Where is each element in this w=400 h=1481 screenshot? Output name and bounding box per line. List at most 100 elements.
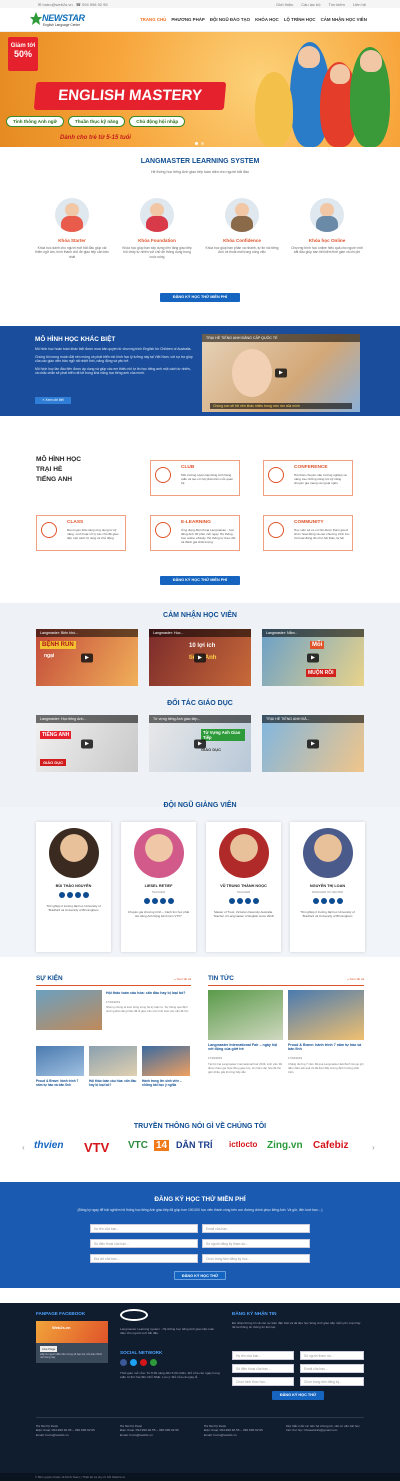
press-prev-arrow[interactable]: ‹	[22, 1143, 25, 1152]
news-image[interactable]	[208, 990, 283, 1040]
register-trial-button-2[interactable]: ĐĂNG KÝ HỌC THỬ MIỄN PHÍ	[160, 576, 240, 585]
register-trial-button[interactable]: ĐĂNG KÝ HỌC THỬ MIỄN PHÍ	[160, 293, 240, 302]
press-logo[interactable]: 14	[154, 1140, 170, 1151]
register-center-select[interactable]: Chọn trung tâm đăng ký học...	[202, 1254, 310, 1263]
slider-dot[interactable]	[201, 142, 204, 145]
nav-testimonials[interactable]: CẢM NHẬN HỌC VIÊN	[321, 17, 367, 22]
testimonial-video[interactable]: Langmaster: Nắm... Mỗi MUỘN RỒI	[262, 629, 364, 686]
testimonial-video[interactable]: Langmaster: Học... 10 lợi ích tiếng Anh	[149, 629, 251, 686]
play-icon[interactable]	[275, 368, 287, 378]
instagram-icon[interactable]	[74, 892, 81, 898]
event-main-title[interactable]: Hội thảo toàn cầu hóa: cẩn đầu hay bị lo…	[106, 991, 191, 995]
subscribe-email-input[interactable]: Email của bạn...	[300, 1364, 364, 1373]
instagram-icon[interactable]	[328, 898, 335, 904]
event-image[interactable]	[142, 1046, 190, 1076]
twitter-icon[interactable]	[236, 898, 243, 904]
instagram-icon[interactable]	[159, 898, 166, 904]
course-card[interactable]: Khóa học Online Chương trình học online …	[290, 198, 364, 255]
twitter-icon[interactable]	[151, 898, 158, 904]
top-link-search[interactable]: Tìm kiếm	[328, 2, 344, 7]
site-logo[interactable]: NEWSTAR English Language Center	[30, 10, 88, 30]
news-image[interactable]	[288, 990, 364, 1040]
course-card[interactable]: Khóa Confidence Khóa học giúp bạn phản x…	[205, 198, 279, 255]
news-more-link[interactable]: » Xem tất cả	[347, 977, 364, 981]
teacher-card[interactable]: VŨ TRUNG THÀNH NGỌC TEACHER Master of Tr…	[206, 822, 281, 952]
twitter-icon[interactable]	[320, 898, 327, 904]
register-name-input[interactable]: Họ tên của bạn...	[90, 1224, 198, 1233]
teacher-card[interactable]: NGUYỄN THỊ LOAN MANAGER OF CENTER Tốt ng…	[290, 822, 365, 952]
press-logo[interactable]: VTC	[128, 1140, 148, 1151]
slider-dot[interactable]	[195, 142, 198, 145]
press-logo[interactable]: Cafebiz	[313, 1140, 349, 1151]
program-card-conference[interactable]: CONFERENCE Hội thảo chuyên sâu hướng ngh…	[263, 460, 353, 496]
course-card[interactable]: Khóa Starter Khóa học dành cho người mới…	[35, 198, 109, 259]
top-link-club[interactable]: Câu lạc bộ	[301, 2, 320, 7]
hero-banner[interactable]: Giảm tới 50% ENGLISH MASTERY Tinh thông …	[0, 32, 400, 147]
press-logo[interactable]: ictlocto	[229, 1140, 257, 1149]
twitter-icon[interactable]	[66, 892, 73, 898]
top-email[interactable]: hotro@web2s.vn	[42, 2, 72, 7]
register-address-input[interactable]: Địa chỉ của bạn...	[90, 1254, 198, 1263]
news-item-title[interactable]: Proud & Brave: hành trình 7 năm tự hào v…	[288, 1043, 364, 1052]
partner-video[interactable]: TRẠI HÈ TIẾNG ANH ĐẲ...	[262, 715, 364, 772]
play-icon[interactable]	[307, 653, 319, 662]
model-video[interactable]: TRẠI HÈ TIẾNG ANH ĐẲNG CẤP QUỐC TẾ Chúng…	[202, 334, 360, 412]
phone-icon[interactable]	[150, 1359, 157, 1366]
subscribe-name-input[interactable]: Họ tên của bạn...	[232, 1351, 294, 1360]
play-icon[interactable]	[194, 653, 206, 662]
event-title[interactable]: Proud & Brave: hành trình 7 năm tự hào v…	[36, 1079, 84, 1088]
fb-like-button[interactable]: Like Page	[40, 1346, 58, 1352]
youtube-icon[interactable]	[82, 892, 89, 898]
press-logo[interactable]: DÂN TRÍ	[176, 1140, 213, 1150]
program-card-community[interactable]: COMMUNITY Học viên sẽ có cơ hội được tha…	[263, 515, 353, 551]
nav-method[interactable]: PHƯƠNG PHÁP	[171, 17, 205, 22]
facebook-icon[interactable]	[228, 898, 235, 904]
facebook-icon[interactable]	[58, 892, 65, 898]
youtube-icon[interactable]	[140, 1359, 147, 1366]
program-card-class[interactable]: CLASS Rèn luyện khả năng ứng dụng từ kỹ …	[36, 515, 126, 551]
subscribe-count-input[interactable]: Số người tham dự...	[300, 1351, 364, 1360]
subscribe-center-select[interactable]: Chọn trung tâm đăng ký...	[300, 1377, 364, 1386]
press-logo[interactable]: VTV	[84, 1140, 109, 1155]
register-count-input[interactable]: Số người đăng ký tham dự...	[202, 1239, 310, 1248]
teacher-card[interactable]: LIESEL RETIEF TEACHER Chuyên gia chương …	[121, 822, 196, 952]
play-icon[interactable]	[81, 739, 93, 748]
facebook-icon[interactable]	[120, 1359, 127, 1366]
press-logo[interactable]: thvien	[34, 1140, 63, 1151]
nav-courses[interactable]: KHÓA HỌC	[255, 17, 279, 22]
facebook-icon[interactable]	[312, 898, 319, 904]
nav-home[interactable]: TRANG CHỦ	[140, 17, 166, 22]
youtube-icon[interactable]	[252, 898, 259, 904]
play-icon[interactable]	[194, 739, 206, 748]
course-card[interactable]: Khóa Foundation Khóa học giúp bạn xây dự…	[120, 198, 194, 259]
instagram-icon[interactable]	[244, 898, 251, 904]
event-title[interactable]: Hành trang lên sinh viên – những bài học…	[142, 1079, 190, 1088]
register-submit-button[interactable]: ĐĂNG KÝ HỌC THỬ	[174, 1271, 226, 1280]
event-title[interactable]: Hội thảo toàn cầu hóa: cẩn đầu hay bị lo…	[89, 1079, 137, 1088]
register-phone-input[interactable]: Số điện thoại của bạn...	[90, 1239, 198, 1248]
event-main-image[interactable]	[36, 990, 102, 1030]
subscribe-type-select[interactable]: Chọn hình thức học...	[232, 1377, 294, 1386]
event-image[interactable]	[36, 1046, 84, 1076]
nav-team[interactable]: ĐỘI NGŨ ĐÀO TẠO	[210, 17, 250, 22]
top-link-contact[interactable]: Liên hệ	[353, 2, 366, 7]
partner-video[interactable]: Langmaster: Học tiếng Anh... TIẾNG ANH G…	[36, 715, 138, 772]
register-email-input[interactable]: Email của bạn...	[202, 1224, 310, 1233]
subscribe-phone-input[interactable]: Số điện thoại của bạn...	[232, 1364, 294, 1373]
top-link-about[interactable]: Giới thiệu	[276, 2, 293, 7]
twitter-icon[interactable]	[130, 1359, 137, 1366]
top-phone[interactable]: 094 998 92 95	[82, 2, 108, 7]
event-image[interactable]	[89, 1046, 137, 1076]
teacher-card[interactable]: BÙI THẢO NGUYÊN Tốt nghiệp 2 trường đại …	[36, 822, 111, 952]
facebook-widget[interactable]: Web2s.vn Like Page Hãy là người đầu tiên…	[36, 1321, 108, 1363]
youtube-icon[interactable]	[167, 898, 174, 904]
press-logo[interactable]: Zing.vn	[267, 1140, 303, 1151]
facebook-icon[interactable]	[143, 898, 150, 904]
program-card-club[interactable]: CLUB Môi trường luyện tập tiếng Anh hàng…	[150, 460, 240, 496]
play-icon[interactable]	[81, 653, 93, 662]
play-icon[interactable]	[307, 739, 319, 748]
news-item-title[interactable]: Langmaster International Fair – ngày hội…	[208, 1043, 283, 1052]
events-more-link[interactable]: » Xem tất cả	[174, 977, 191, 981]
model-more-button[interactable]: » Xem chi tiết	[35, 397, 71, 404]
nav-roadmap[interactable]: LỘ TRÌNH HỌC	[284, 17, 316, 22]
